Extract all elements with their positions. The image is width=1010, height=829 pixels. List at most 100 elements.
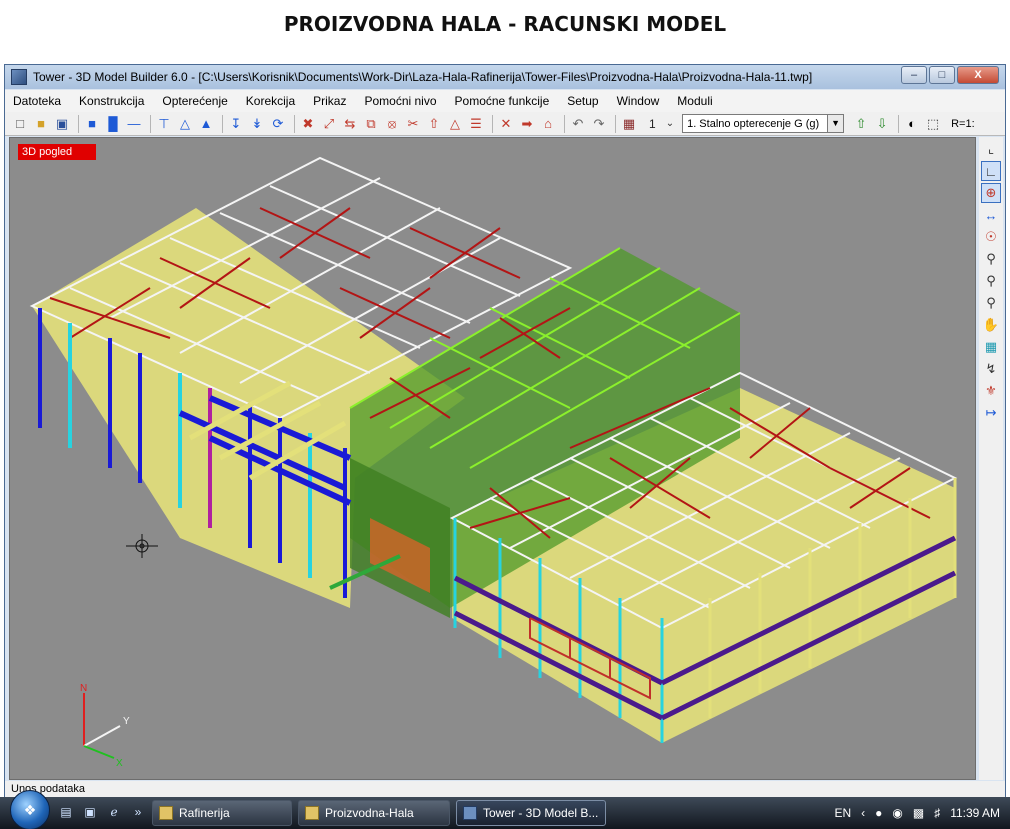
contrast-icon[interactable]: ◐ bbox=[903, 115, 921, 133]
dimension-icon[interactable]: ↔ bbox=[981, 205, 1001, 225]
zoom-in-icon[interactable]: ⚲ bbox=[981, 249, 1001, 269]
tower-app-icon bbox=[11, 69, 27, 85]
node-edit-icon[interactable]: ✕ bbox=[497, 115, 515, 133]
previous-load-case-icon[interactable]: ⇩ bbox=[873, 115, 891, 133]
undo-icon[interactable]: ↶ bbox=[569, 115, 587, 133]
point-support-icon[interactable]: ▲ bbox=[197, 115, 215, 133]
wall-icon[interactable]: █ bbox=[104, 115, 122, 133]
node-select-icon[interactable]: ⌞ bbox=[981, 139, 1001, 159]
dropdown-arrow-icon[interactable]: ▼ bbox=[828, 114, 845, 133]
maximize-button[interactable]: □ bbox=[929, 66, 955, 84]
menu-opterecenje[interactable]: Opterećenje bbox=[162, 94, 227, 108]
menu-window[interactable]: Window bbox=[617, 94, 660, 108]
grid-icon[interactable]: ▦ bbox=[981, 337, 1001, 357]
copy-icon[interactable]: ⧉ bbox=[362, 115, 380, 133]
more-chevron-icon[interactable]: » bbox=[130, 805, 146, 821]
scale-ratio: R=1: bbox=[951, 117, 975, 130]
cursor-crosshair-icon bbox=[126, 534, 158, 558]
section-icon[interactable]: ⚜ bbox=[981, 381, 1001, 401]
divide-icon[interactable]: ⦻ bbox=[383, 115, 401, 133]
axis-y-label: Y bbox=[123, 716, 130, 727]
menu-pomocni-nivo[interactable]: Pomoćni nivo bbox=[364, 94, 436, 108]
taskbar-button-proizvodna-hala[interactable]: Proizvodna-Hala bbox=[298, 800, 450, 826]
extrude-icon[interactable]: ⇧ bbox=[425, 115, 443, 133]
load-case-spinner-icon[interactable]: ⌄ bbox=[666, 118, 674, 129]
toolbar-separator bbox=[150, 114, 151, 133]
toolbar-separator bbox=[898, 114, 900, 133]
menu-moduli[interactable]: Moduli bbox=[677, 94, 712, 108]
antivirus-icon[interactable]: ◉ bbox=[892, 806, 902, 820]
load-case-select[interactable]: 1. Stalno opterecenje G (g) bbox=[682, 114, 829, 133]
mirror-icon[interactable]: ⇆ bbox=[341, 115, 359, 133]
internet-explorer-icon[interactable]: ℯ bbox=[106, 805, 122, 821]
taskbar-button-rafinerija[interactable]: Rafinerija bbox=[152, 800, 292, 826]
distance-icon[interactable]: ↦ bbox=[981, 403, 1001, 423]
menu-korekcija[interactable]: Korekcija bbox=[246, 94, 295, 108]
rotate-icon[interactable]: ⟳ bbox=[269, 115, 287, 133]
delete-elements-icon[interactable]: ✖ bbox=[299, 115, 317, 133]
axes-indicator-icon bbox=[83, 693, 121, 759]
hinge-icon[interactable]: △ bbox=[176, 115, 194, 133]
status-bar: Unos podataka bbox=[5, 781, 1005, 797]
table-icon[interactable]: ▦ bbox=[620, 115, 638, 133]
system-tray: EN ‹ ● ◉ ▩ ♯ 11:39 AM bbox=[824, 797, 1000, 829]
open-folder-icon[interactable]: ■ bbox=[32, 115, 50, 133]
close-button[interactable]: X bbox=[957, 66, 999, 84]
zoom-window-icon[interactable]: ☉ bbox=[981, 227, 1001, 247]
folder-icon bbox=[305, 806, 319, 820]
menu-bar: Datoteka Konstrukcija Opterećenje Korekc… bbox=[5, 90, 1005, 112]
clock[interactable]: 11:39 AM bbox=[950, 806, 1000, 820]
start-button[interactable]: ❖ bbox=[10, 790, 50, 829]
3d-viewport[interactable]: N Y X 3D pogled bbox=[9, 137, 976, 780]
menu-datoteka[interactable]: Datoteka bbox=[13, 94, 61, 108]
pan-hand-icon[interactable]: ✋ bbox=[981, 315, 1001, 335]
toolbar-separator bbox=[78, 114, 79, 133]
roof-icon[interactable]: △ bbox=[446, 115, 464, 133]
menu-pomocne-funkcije[interactable]: Pomoćne funkcije bbox=[455, 94, 550, 108]
house-icon[interactable]: ⌂ bbox=[539, 115, 557, 133]
tag-icon[interactable]: ➡ bbox=[518, 115, 536, 133]
menu-prikaz[interactable]: Prikaz bbox=[313, 94, 346, 108]
new-file-icon[interactable]: □ bbox=[11, 115, 29, 133]
zoom-extent-icon[interactable]: ⚲ bbox=[981, 293, 1001, 313]
network-icon[interactable]: ▩ bbox=[913, 806, 924, 820]
move-icon[interactable]: ⤢ bbox=[320, 115, 338, 133]
plate-icon[interactable]: ■ bbox=[83, 115, 101, 133]
support-icon[interactable]: ⊤ bbox=[155, 115, 173, 133]
next-load-case-icon[interactable]: ⇧ bbox=[852, 115, 870, 133]
angle-icon[interactable]: ∟ bbox=[981, 161, 1001, 181]
redo-icon[interactable]: ↷ bbox=[590, 115, 608, 133]
taskbar-button-label: Rafinerija bbox=[179, 806, 230, 820]
title-bar[interactable]: Tower - 3D Model Builder 6.0 - [C:\Users… bbox=[5, 65, 1005, 89]
volume-icon[interactable]: ♯ bbox=[934, 806, 940, 820]
toolbar-separator bbox=[615, 114, 616, 133]
save-icon[interactable]: ▣ bbox=[53, 115, 71, 133]
beam-icon[interactable]: — bbox=[125, 115, 143, 133]
minimize-button[interactable]: – bbox=[901, 66, 927, 84]
language-indicator[interactable]: EN bbox=[834, 806, 851, 820]
toolbar-separator bbox=[492, 114, 493, 133]
zoom-out-icon[interactable]: ⚲ bbox=[981, 271, 1001, 291]
snap-point-icon[interactable]: ⊕ bbox=[981, 183, 1001, 203]
toolbar-separator bbox=[222, 114, 223, 133]
show-desktop-icon[interactable]: ▤ bbox=[58, 805, 74, 821]
axis-z-label: N bbox=[80, 683, 87, 694]
app-window: Tower - 3D Model Builder 6.0 - [C:\Users… bbox=[4, 64, 1006, 797]
toolbar-separator bbox=[294, 114, 295, 133]
menu-konstrukcija[interactable]: Konstrukcija bbox=[79, 94, 144, 108]
taskbar-button-tower[interactable]: Tower - 3D Model B... bbox=[456, 800, 606, 826]
switch-windows-icon[interactable]: ▣ bbox=[82, 805, 98, 821]
stack-icon[interactable]: ☰ bbox=[467, 115, 485, 133]
window-title: Tower - 3D Model Builder 6.0 - [C:\Users… bbox=[33, 70, 813, 84]
messenger-icon[interactable]: ● bbox=[875, 806, 882, 820]
structure-model-drawing: N Y X bbox=[29, 156, 958, 769]
menu-setup[interactable]: Setup bbox=[567, 94, 598, 108]
tower-app-icon bbox=[463, 806, 477, 820]
windows-taskbar: ❖ ▤ ▣ ℯ » Rafinerija Proizvodna-Hala Tow… bbox=[0, 790, 1010, 829]
load-icon[interactable]: ↧ bbox=[227, 115, 245, 133]
selection-frame-icon[interactable]: ⬚ bbox=[924, 115, 942, 133]
tray-expand-icon[interactable]: ‹ bbox=[861, 806, 865, 820]
zigzag-icon[interactable]: ↯ bbox=[981, 359, 1001, 379]
distributed-load-icon[interactable]: ↡ bbox=[248, 115, 266, 133]
cut-icon[interactable]: ✂ bbox=[404, 115, 422, 133]
